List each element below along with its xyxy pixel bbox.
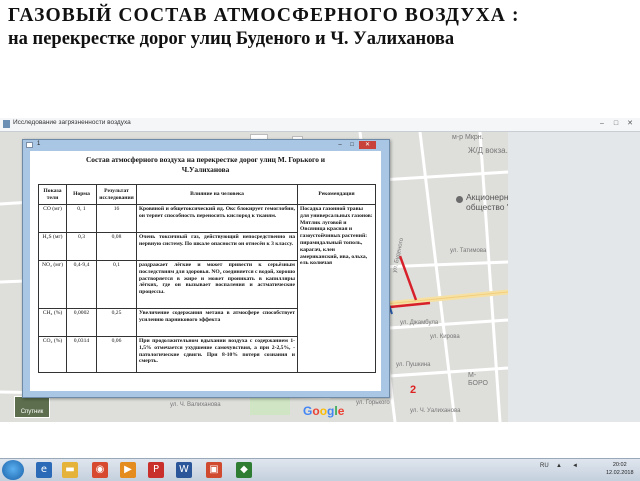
close-button[interactable]: ✕ bbox=[626, 120, 634, 128]
map-poi-label[interactable]: Акционерное общество "Т bbox=[466, 192, 508, 212]
dialog-maximize-button[interactable]: □ bbox=[347, 141, 357, 149]
google-letter: o bbox=[319, 404, 328, 418]
app-icon-taskbar[interactable]: ▣ bbox=[206, 462, 222, 478]
slide-title-line2: на перекрестке дорог улиц Буденого и Ч. … bbox=[8, 29, 455, 49]
cell-indicator: H₂S (мг) bbox=[38, 232, 67, 261]
word-icon[interactable]: W bbox=[176, 462, 192, 478]
table-row: CO (мг) 0, 1 16 Кровяной и общетоксическ… bbox=[38, 204, 376, 373]
poi-marker-icon[interactable] bbox=[456, 196, 463, 203]
slide-title-line1: ГАЗОВЫЙ СОСТАВ АТМОСФЕРНОГО ВОЗДУХА : bbox=[8, 5, 520, 26]
map-label-dzhambula: ул. Джамбула bbox=[400, 320, 439, 326]
volume-icon[interactable]: ◄ bbox=[572, 463, 578, 469]
table-header-recommendation: Рекомендация bbox=[297, 184, 376, 205]
taskbar: e ▬ ◉ ▶ P W ▣ ◆ RU ▲ ◄ 20:02 12.02.2018 bbox=[0, 458, 640, 481]
chrome-icon[interactable]: ◉ bbox=[92, 462, 108, 478]
cell-indicator: CO₂ (%) bbox=[38, 336, 67, 373]
clock[interactable]: 20:02 12.02.2018 bbox=[606, 461, 634, 477]
cell-effect: раздражает лёгкие и может привести к сер… bbox=[136, 260, 298, 309]
document-title-line1: Состав атмосферного воздуха на перекрест… bbox=[85, 155, 326, 164]
table-header-norm: Норма bbox=[66, 184, 97, 205]
map-marker-number: 2 bbox=[410, 384, 417, 396]
map-label-gorkogo: ул. Горького bbox=[356, 400, 390, 406]
clock-time: 20:02 bbox=[612, 462, 627, 468]
cell-norm: 0,0314 bbox=[66, 336, 97, 373]
map-label-pushkina: ул. Пушкина bbox=[396, 362, 431, 368]
ie-icon[interactable]: e bbox=[36, 462, 52, 478]
cell-norm: 0,0002 bbox=[66, 308, 97, 337]
map-label-tatimova: ул. Татимова bbox=[450, 248, 487, 254]
cell-result: 0,1 bbox=[96, 260, 137, 309]
document-dialog: 1 – □ ✕ Состав атмосферного воздуха на п… bbox=[22, 139, 390, 398]
cell-indicator: NO₂ (мг) bbox=[38, 260, 67, 309]
start-button[interactable] bbox=[2, 460, 24, 480]
cell-indicator: CH₄ (%) bbox=[38, 308, 67, 337]
media-icon[interactable]: ▶ bbox=[120, 462, 136, 478]
dialog-minimize-button[interactable]: – bbox=[335, 141, 345, 149]
maximize-button[interactable]: □ bbox=[612, 120, 620, 128]
map-app-icon[interactable]: ◆ bbox=[236, 462, 252, 478]
map-label-chokana: ул. Ч. Валиханова bbox=[170, 402, 221, 408]
cell-norm: 0,4-9,4 bbox=[66, 260, 97, 309]
table-header-result: Результат исследования bbox=[96, 184, 137, 205]
document-title: Состав атмосферного воздуха на перекрест… bbox=[30, 155, 381, 175]
cell-recommendation: Посадка газонной травы для универсальных… bbox=[297, 204, 376, 373]
map-label-station: Ж/Д вокза... bbox=[468, 146, 508, 155]
cell-norm: 0,3 bbox=[66, 232, 97, 261]
map-label-ualihanova: ул. Ч. Уалиханова bbox=[410, 408, 461, 414]
app-icon bbox=[3, 120, 10, 128]
cell-effect: Очень токсичный газ, действующий непосре… bbox=[136, 232, 298, 261]
satellite-toggle[interactable]: Спутник bbox=[14, 396, 50, 418]
clock-date: 12.02.2018 bbox=[606, 470, 634, 476]
dialog-close-button[interactable]: ✕ bbox=[359, 141, 376, 149]
cell-effect: Кровяной и общетоксический яд. Окс блоки… bbox=[136, 204, 298, 233]
cell-effect: Увеличение содержания метана в атмосфере… bbox=[136, 308, 298, 337]
map-label-kirova: ул. Кирова bbox=[430, 334, 460, 340]
app-title: Исследование загрязненности воздуха bbox=[13, 119, 131, 126]
table-header-effect: Влияние на человека bbox=[136, 184, 298, 205]
map-label-boro: М- БОРО bbox=[468, 372, 488, 387]
map-label-mzhd: м-р Мкрн. bbox=[452, 134, 484, 141]
document-icon bbox=[26, 142, 33, 148]
language-indicator[interactable]: RU bbox=[540, 463, 549, 469]
table-header-indicator: Показа тели bbox=[38, 184, 67, 205]
google-letter: G bbox=[303, 404, 313, 418]
dialog-title: 1 bbox=[37, 141, 41, 147]
right-panel bbox=[508, 132, 640, 422]
minimize-button[interactable]: – bbox=[598, 120, 606, 128]
cell-result: 16 bbox=[96, 204, 137, 233]
google-logo: Google bbox=[303, 404, 344, 418]
google-letter: e bbox=[337, 404, 345, 418]
cell-indicator: CO (мг) bbox=[38, 204, 67, 233]
powerpoint-icon[interactable]: P bbox=[148, 462, 164, 478]
cell-effect: При продолжительном вдыхании воздуха с с… bbox=[136, 336, 298, 373]
google-letter: o bbox=[312, 404, 320, 418]
gas-composition-table: Показа тели Норма Результат исследования… bbox=[38, 184, 376, 373]
document-page: Состав атмосферного воздуха на перекрест… bbox=[30, 151, 381, 391]
tray-expand-icon[interactable]: ▲ bbox=[556, 463, 562, 469]
cell-result: 0,08 bbox=[96, 232, 137, 261]
app-titlebar: Исследование загрязненности воздуха – □ … bbox=[0, 118, 640, 132]
cell-norm: 0, 1 bbox=[66, 204, 97, 233]
cell-result: 0,06 bbox=[96, 336, 137, 373]
dialog-titlebar: 1 – □ ✕ bbox=[23, 140, 389, 150]
cell-result: 0,25 bbox=[96, 308, 137, 337]
slide-title: ГАЗОВЫЙ СОСТАВ АТМОСФЕРНОГО ВОЗДУХА : на… bbox=[8, 4, 634, 50]
document-title-line2: Ч.Уалиханова bbox=[181, 165, 230, 174]
folder-icon[interactable]: ▬ bbox=[62, 462, 78, 478]
